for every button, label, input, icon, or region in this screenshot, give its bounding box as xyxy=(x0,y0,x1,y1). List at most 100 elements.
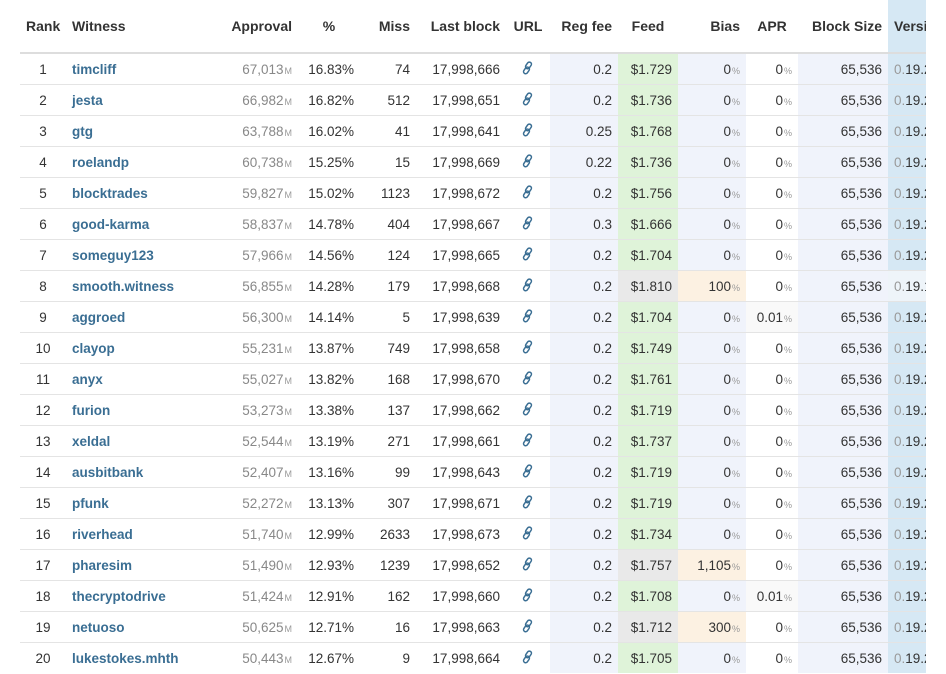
apr-value: 0.01 xyxy=(756,309,783,325)
header-last-block[interactable]: Last block xyxy=(416,0,506,54)
witness-link[interactable]: someguy123 xyxy=(72,248,154,263)
header-percent[interactable]: % xyxy=(298,0,360,54)
witness-link[interactable]: xeldal xyxy=(72,434,110,449)
link-icon[interactable] xyxy=(521,277,535,292)
witness-link[interactable]: blocktrades xyxy=(72,186,148,201)
witness-link[interactable]: aggroed xyxy=(72,310,125,325)
header-apr[interactable]: APR xyxy=(746,0,798,54)
reg-fee-cell: 0.2 xyxy=(550,611,618,643)
apr-value: 0 xyxy=(775,216,783,232)
header-miss[interactable]: Miss xyxy=(360,0,416,54)
bias-unit: % xyxy=(731,561,740,572)
witness-link[interactable]: furion xyxy=(72,403,110,418)
url-cell xyxy=(506,611,550,643)
bias-unit: % xyxy=(731,623,740,634)
reg-fee-cell: 0.2 xyxy=(550,239,618,271)
bias-unit: % xyxy=(731,96,740,107)
link-icon[interactable] xyxy=(521,432,535,447)
link-icon[interactable] xyxy=(521,91,535,106)
link-icon[interactable] xyxy=(521,525,535,540)
link-icon[interactable] xyxy=(521,556,535,571)
witness-link[interactable]: roelandp xyxy=(72,155,129,170)
apr-value: 0 xyxy=(775,526,783,542)
witness-link[interactable]: ausbitbank xyxy=(72,465,143,480)
percent-value: 14.28% xyxy=(308,278,354,294)
witness-cell: gtg xyxy=(66,115,202,147)
link-icon[interactable] xyxy=(521,215,535,230)
apr-cell: 0% xyxy=(746,52,798,85)
last-block-value: 17,998,641 xyxy=(432,123,500,139)
feed-value: $1.768 xyxy=(630,123,672,139)
header-block-size[interactable]: Block Size xyxy=(798,0,888,54)
rank-value: 15 xyxy=(35,495,51,511)
last-block-cell: 17,998,669 xyxy=(416,146,506,178)
block-size-cell: 65,536 xyxy=(798,394,888,426)
block-size-cell: 65,536 xyxy=(798,642,888,673)
witness-link[interactable]: good-karma xyxy=(72,217,149,232)
approval-cell: 52,272M xyxy=(202,487,298,519)
header-approval[interactable]: Approval xyxy=(202,0,298,54)
link-icon[interactable] xyxy=(521,122,535,137)
percent-value: 14.14% xyxy=(308,309,354,325)
link-icon[interactable] xyxy=(521,494,535,509)
link-icon[interactable] xyxy=(521,370,535,385)
link-icon[interactable] xyxy=(521,463,535,478)
miss-cell: 16 xyxy=(360,611,416,643)
version-minor: 19.2 xyxy=(905,92,926,108)
table-row: 5 blocktrades 59,827M 15.02% 1123 17,998… xyxy=(20,177,926,209)
witness-link[interactable]: lukestokes.mhth xyxy=(72,651,179,666)
rank-value: 9 xyxy=(39,309,47,325)
bias-value: 0 xyxy=(723,495,731,511)
last-block-cell: 17,998,664 xyxy=(416,642,506,673)
witness-link[interactable]: anyx xyxy=(72,372,103,387)
reg-fee-value: 0.2 xyxy=(593,526,612,542)
apr-value: 0 xyxy=(775,278,783,294)
witness-link[interactable]: timcliff xyxy=(72,62,116,77)
witness-link[interactable]: pharesim xyxy=(72,558,132,573)
witness-link[interactable]: gtg xyxy=(72,124,93,139)
approval-unit: M xyxy=(284,251,293,262)
link-icon[interactable] xyxy=(521,339,535,354)
version-minor: 19.2 xyxy=(905,371,926,387)
header-version[interactable]: Version xyxy=(888,0,926,54)
block-size-value: 65,536 xyxy=(840,216,882,232)
header-rank[interactable]: Rank xyxy=(20,0,66,54)
approval-unit: M xyxy=(284,530,293,541)
miss-value: 99 xyxy=(394,464,410,480)
apr-unit: % xyxy=(783,282,792,293)
apr-cell: 0% xyxy=(746,642,798,673)
block-size-cell: 65,536 xyxy=(798,301,888,333)
apr-value: 0.01 xyxy=(756,588,783,604)
percent-value: 12.71% xyxy=(308,619,354,635)
miss-cell: 749 xyxy=(360,332,416,364)
link-icon[interactable] xyxy=(521,246,535,261)
witness-link[interactable]: thecryptodrive xyxy=(72,589,166,604)
witness-link[interactable]: smooth.witness xyxy=(72,279,174,294)
header-url[interactable]: URL xyxy=(506,0,550,54)
witness-link[interactable]: netuoso xyxy=(72,620,125,635)
link-icon[interactable] xyxy=(521,401,535,416)
header-bias[interactable]: Bias xyxy=(678,0,746,54)
url-cell xyxy=(506,394,550,426)
bias-value: 0 xyxy=(723,464,731,480)
link-icon[interactable] xyxy=(521,60,535,75)
witness-link[interactable]: jesta xyxy=(72,93,103,108)
approval-cell: 51,490M xyxy=(202,549,298,581)
link-icon[interactable] xyxy=(521,184,535,199)
link-icon[interactable] xyxy=(521,308,535,323)
percent-cell: 12.99% xyxy=(298,518,360,550)
header-witness[interactable]: Witness xyxy=(66,0,202,54)
link-icon[interactable] xyxy=(521,153,535,168)
witness-cell: aggroed xyxy=(66,301,202,333)
witness-link[interactable]: pfunk xyxy=(72,496,109,511)
rank-cell: 14 xyxy=(20,456,66,488)
witness-link[interactable]: riverhead xyxy=(72,527,133,542)
header-feed[interactable]: Feed xyxy=(618,0,678,54)
version-major: 0. xyxy=(894,402,906,418)
link-icon[interactable] xyxy=(521,618,535,633)
link-icon[interactable] xyxy=(521,649,535,664)
witness-link[interactable]: clayop xyxy=(72,341,115,356)
rank-value: 12 xyxy=(35,402,51,418)
link-icon[interactable] xyxy=(521,587,535,602)
header-reg-fee[interactable]: Reg fee xyxy=(550,0,618,54)
